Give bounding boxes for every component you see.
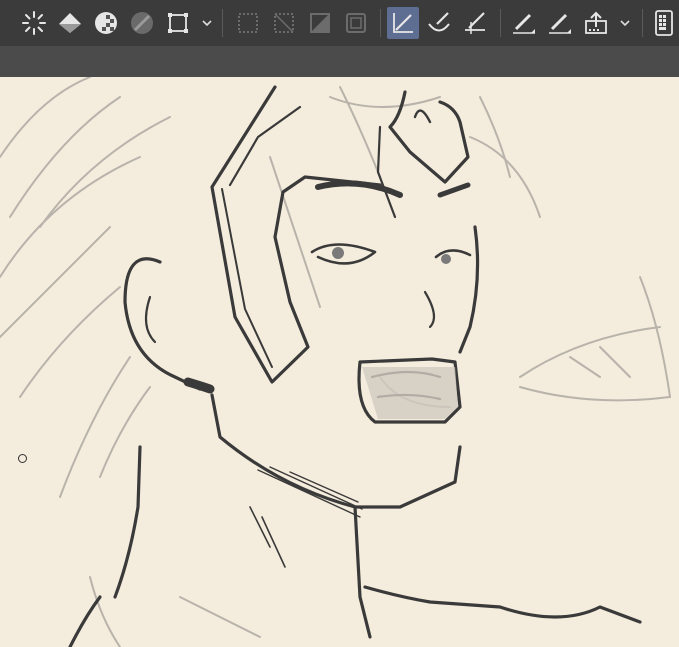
sub-tool-bar (0, 46, 679, 77)
chevron-down-icon[interactable] (200, 7, 214, 39)
sketch-layer (0, 77, 671, 647)
chevron-down-icon[interactable] (618, 7, 632, 39)
checker-fill-icon[interactable] (90, 7, 122, 39)
brush-bowl-icon[interactable] (423, 7, 455, 39)
keypad-device-icon[interactable] (648, 7, 679, 39)
toolbar-divider (380, 9, 381, 37)
pen-pressure-icon[interactable] (508, 7, 540, 39)
toolbar-divider (642, 9, 643, 37)
selection-frame-icon[interactable] (340, 7, 372, 39)
brush-cursor (18, 454, 27, 463)
toolbar-divider (222, 9, 223, 37)
transform-box-icon[interactable] (162, 7, 194, 39)
ruler-pen-icon[interactable] (459, 7, 491, 39)
diagonal-fill-icon[interactable] (304, 7, 336, 39)
dotted-selection-icon[interactable] (232, 7, 264, 39)
toolbar-divider (500, 9, 501, 37)
invert-selection-icon[interactable] (268, 7, 300, 39)
tool-property-bar (0, 0, 679, 47)
vector-pen-icon[interactable] (387, 7, 419, 39)
ink-layer (68, 85, 642, 647)
fill-bucket-icon[interactable] (54, 7, 86, 39)
slash-circle-icon[interactable] (126, 7, 158, 39)
drawing-canvas[interactable] (0, 77, 679, 647)
selection-spinner-icon[interactable] (18, 7, 50, 39)
pen-stroke-icon[interactable] (544, 7, 576, 39)
canvas-artwork (0, 77, 671, 647)
layer-upload-icon[interactable] (580, 7, 612, 39)
